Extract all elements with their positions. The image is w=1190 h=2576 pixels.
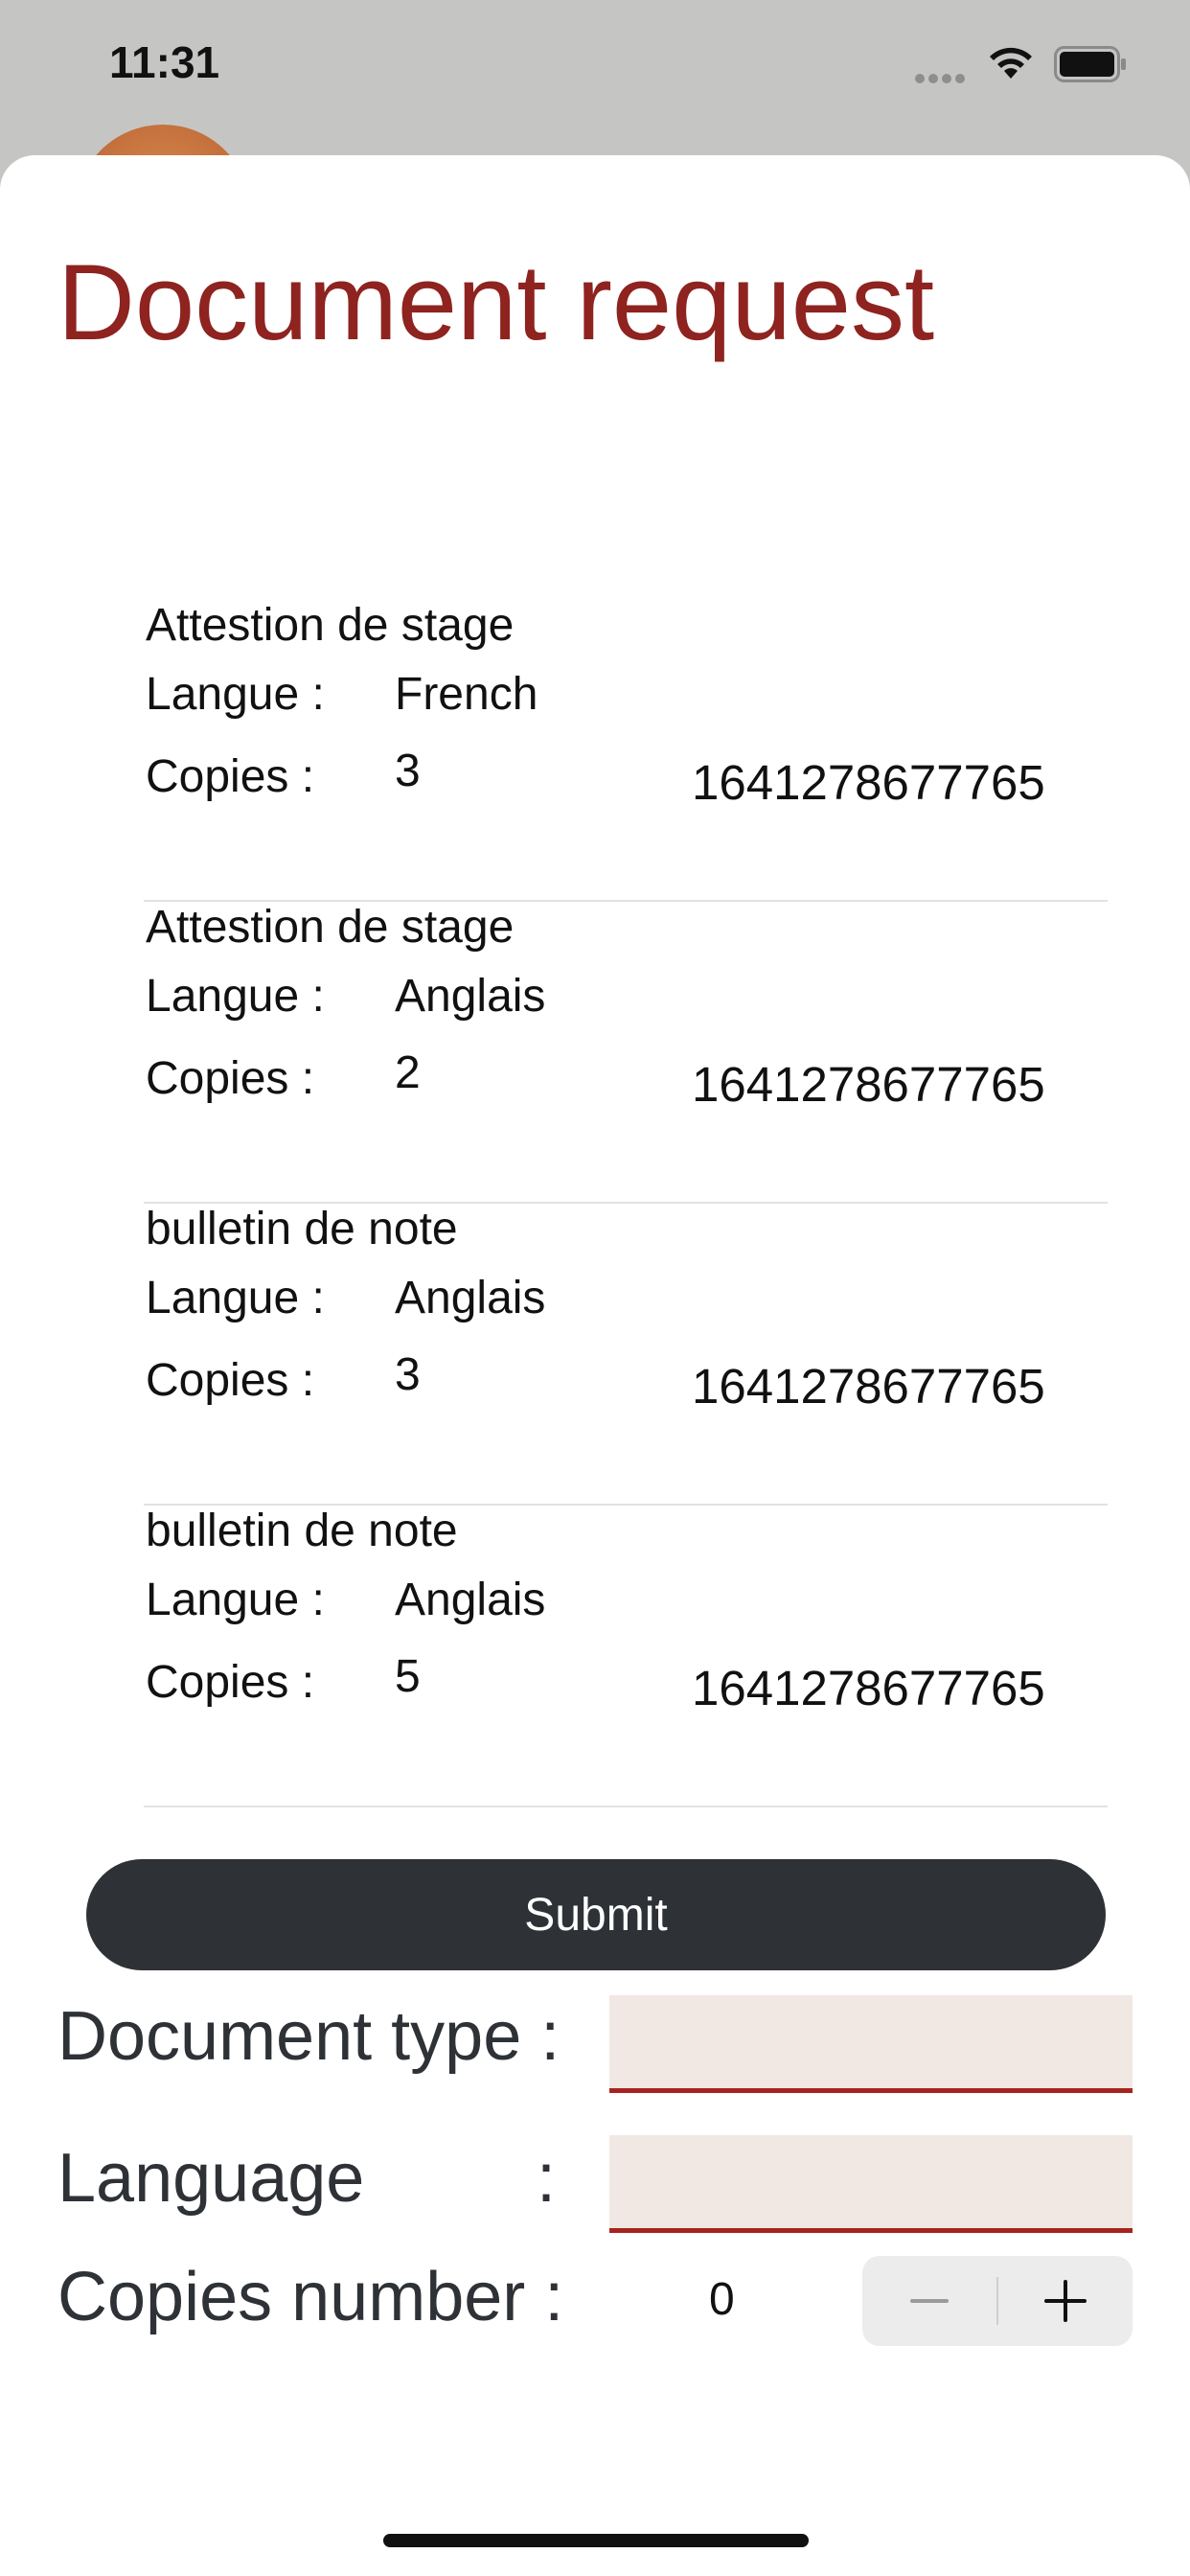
- page-title: Document request: [57, 242, 935, 362]
- language-label: Language: [57, 2140, 365, 2217]
- list-item[interactable]: bulletin de note Langue : Anglais Copies…: [144, 1505, 1108, 1807]
- status-time: 11:31: [109, 37, 220, 87]
- increment-button[interactable]: [998, 2256, 1133, 2346]
- langue-value: Anglais: [395, 1273, 546, 1323]
- document-type-field[interactable]: [609, 1995, 1133, 2093]
- signal-dots-icon: [915, 71, 969, 83]
- request-id: 1641278677765: [692, 755, 1045, 810]
- copies-label: Copies :: [146, 751, 315, 802]
- copies-number-value: 0: [709, 2274, 735, 2325]
- copies-stepper: [862, 2256, 1133, 2346]
- copies-value: 3: [395, 746, 421, 796]
- document-name: bulletin de note: [146, 1204, 458, 1254]
- decrement-button[interactable]: [862, 2256, 996, 2346]
- langue-label: Langue :: [146, 669, 325, 720]
- minus-icon: [910, 2299, 949, 2303]
- langue-label: Langue :: [146, 1575, 325, 1625]
- copies-value: 5: [395, 1651, 421, 1702]
- copies-value: 2: [395, 1047, 421, 1098]
- request-id: 1641278677765: [692, 1359, 1045, 1414]
- request-id: 1641278677765: [692, 1057, 1045, 1112]
- list-item[interactable]: Attestion de stage Langue : French Copie…: [144, 599, 1108, 902]
- language-field[interactable]: [609, 2135, 1133, 2233]
- document-name: Attestion de stage: [146, 902, 515, 953]
- langue-value: Anglais: [395, 1575, 546, 1625]
- battery-icon: [1054, 46, 1126, 82]
- copies-label: Copies :: [146, 1355, 315, 1406]
- copies-label: Copies :: [146, 1657, 315, 1708]
- document-name: Attestion de stage: [146, 600, 515, 651]
- langue-value: French: [395, 669, 538, 720]
- langue-label: Langue :: [146, 1273, 325, 1323]
- wifi-icon: [990, 47, 1032, 79]
- plus-icon: [1044, 2280, 1087, 2322]
- list-item[interactable]: Attestion de stage Langue : Anglais Copi…: [144, 901, 1108, 1204]
- home-indicator: [383, 2534, 809, 2547]
- copies-value: 3: [395, 1349, 421, 1400]
- request-id: 1641278677765: [692, 1661, 1045, 1715]
- langue-label: Langue :: [146, 971, 325, 1022]
- list-item[interactable]: bulletin de note Langue : Anglais Copies…: [144, 1203, 1108, 1506]
- document-name: bulletin de note: [146, 1506, 458, 1556]
- language-colon: :: [537, 2140, 557, 2217]
- langue-value: Anglais: [395, 971, 546, 1022]
- document-type-label: Document type :: [57, 1998, 561, 2075]
- copies-number-label: Copies number :: [57, 2259, 564, 2335]
- submit-button[interactable]: Submit: [86, 1859, 1106, 1970]
- copies-label: Copies :: [146, 1053, 315, 1104]
